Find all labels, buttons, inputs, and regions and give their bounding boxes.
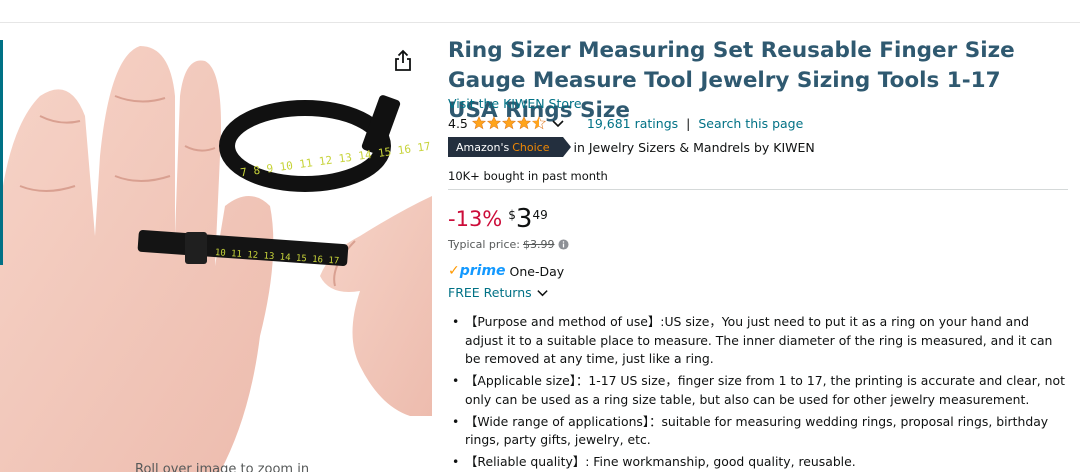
amazons-choice-row: Amazon's Choice in Jewelry Sizers & Mand…: [448, 137, 815, 157]
store-link[interactable]: Visit the KIWEN Store: [448, 96, 582, 111]
product-title: Ring Sizer Measuring Set Reusable Finger…: [448, 38, 1015, 123]
image-zoom-hint: Roll over image to zoom in: [135, 462, 310, 472]
price-fraction: 49: [532, 208, 548, 222]
separator: |: [686, 115, 691, 131]
ratings-count-link[interactable]: 19,681 ratings: [587, 116, 678, 131]
product-image[interactable]: 10 11 12 13 14 15 16 17 7 8 9 10 11 12 1…: [0, 36, 432, 472]
thumbnail-selected-accent: [0, 40, 3, 265]
chevron-down-icon: [536, 290, 548, 297]
prime-delivery[interactable]: ✓ prime One-Day: [448, 263, 564, 279]
badge-choice: Choice: [512, 140, 550, 154]
discount-percent: -13%: [448, 207, 503, 231]
search-this-page-link[interactable]: Search this page: [698, 116, 803, 131]
badge-category: in Jewelry Sizers & Mandrels by KIWEN: [573, 139, 815, 155]
half-star-icon: [531, 116, 546, 130]
free-returns-label: FREE Returns: [448, 285, 532, 300]
check-icon: ✓: [448, 263, 460, 279]
typical-price-label: Typical price:: [448, 238, 520, 251]
feature-bullet: 【Reliable quality】: Fine workmanship, go…: [448, 453, 1068, 472]
star-rating[interactable]: [471, 116, 547, 130]
typical-price: Typical price: $3.99: [448, 238, 570, 251]
star-icon: [501, 116, 516, 130]
feature-bullet: 【Applicable size】：1-17 US size，finger si…: [448, 372, 1068, 409]
star-icon: [471, 116, 486, 130]
prime-logo: prime: [459, 263, 506, 279]
section-divider: [448, 189, 1068, 190]
chevron-down-icon[interactable]: [551, 116, 565, 130]
rating-value: 4.5: [448, 115, 468, 131]
feature-bullet: 【Purpose and method of use】:US size，You …: [448, 313, 1068, 369]
prime-speed: One-Day: [509, 263, 565, 279]
rating-row: 4.5 19,681 ratings | Search this page: [448, 114, 803, 132]
feature-bullet: 【Wide range of applications】：suitable fo…: [448, 413, 1068, 450]
free-returns-link[interactable]: FREE Returns: [448, 285, 549, 300]
price-currency: $: [508, 208, 516, 222]
info-icon[interactable]: [558, 239, 570, 250]
price-whole: 3: [515, 204, 533, 234]
price-block: -13% $ 3 49: [448, 205, 548, 233]
star-icon: [486, 116, 501, 130]
hand-with-ring-sizer-illustration: 10 11 12 13 14 15 16 17 7 8 9 10 11 12 1…: [0, 46, 432, 472]
bought-past-month: 10K+ bought in past month: [448, 169, 608, 183]
share-icon: [395, 49, 411, 71]
top-bar: [0, 0, 1080, 23]
share-button[interactable]: [392, 49, 414, 73]
badge-brand: Amazon's: [456, 140, 510, 154]
typical-price-value: $3.99: [522, 238, 555, 251]
feature-bullets: 【Purpose and method of use】:US size，You …: [448, 313, 1068, 472]
star-icon: [516, 116, 531, 130]
amazons-choice-badge[interactable]: Amazon's Choice: [448, 137, 573, 157]
